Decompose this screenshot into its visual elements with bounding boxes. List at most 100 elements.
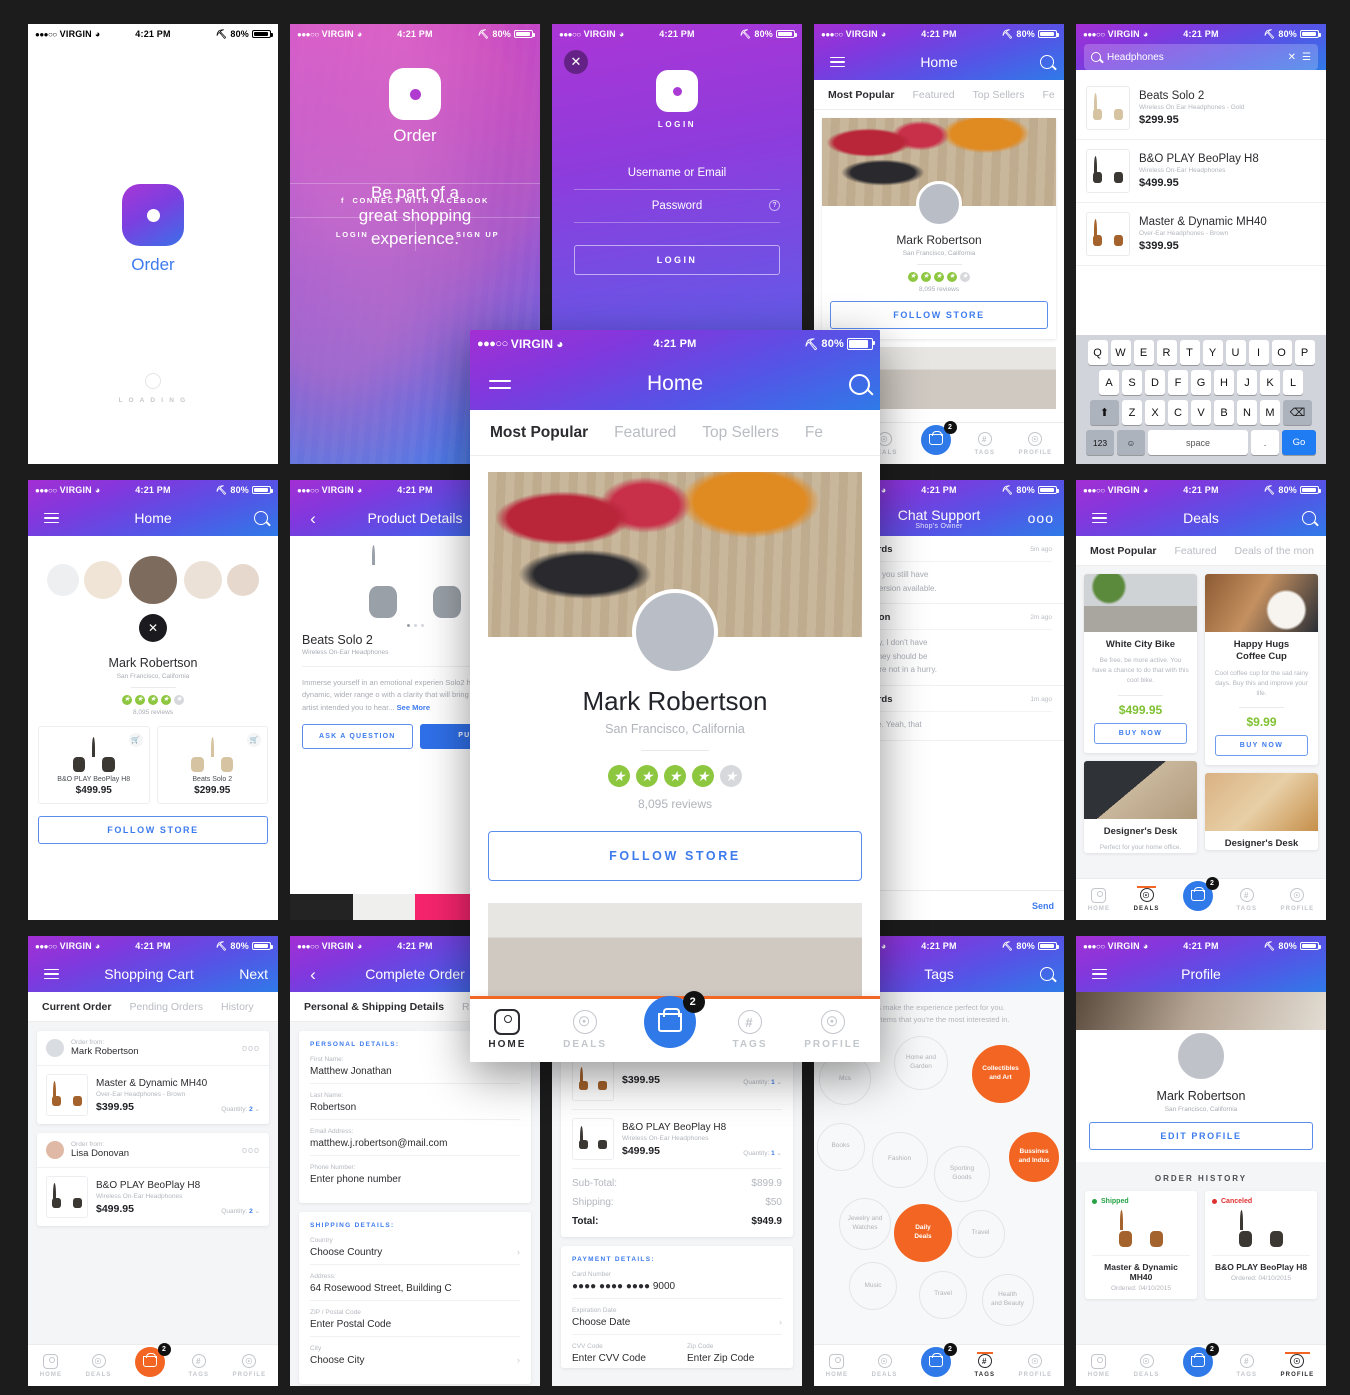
field-expiration[interactable]: Expiration Date Choose Date ›	[572, 1307, 782, 1335]
nav-cart[interactable]: 2	[920, 1342, 957, 1377]
filter-icon[interactable]: ☰	[1302, 52, 1311, 63]
login-submit-button[interactable]: LOGIN	[574, 245, 780, 275]
key-p[interactable]: P	[1294, 340, 1315, 365]
avatar[interactable]	[227, 564, 259, 596]
product-card[interactable]: 🛒 B&O PLAY BeoPlay H8 $499.95	[38, 726, 150, 804]
field-country[interactable]: Country Choose Country ›	[310, 1237, 520, 1265]
menu-button[interactable]	[38, 510, 64, 527]
tag-bubble[interactable]: Sporting Goods	[934, 1146, 990, 1202]
search-button[interactable]	[1028, 967, 1054, 981]
tab-featured[interactable]: Featured	[614, 424, 676, 442]
ask-question-button[interactable]: ASK A QUESTION	[302, 724, 413, 750]
order-history-card[interactable]: Canceled B&O PLAY BeoPlay H8 Ordered: 04…	[1205, 1191, 1317, 1299]
quantity-stepper[interactable]: Quantity: 2 ⌄	[221, 1105, 260, 1113]
nav-deals[interactable]: ☉ DEALS	[872, 1353, 898, 1378]
send-button[interactable]: Send	[1032, 901, 1054, 911]
tab-most-popular[interactable]: Most Popular	[490, 424, 588, 442]
help-icon[interactable]: ?	[769, 200, 780, 211]
avatar[interactable]	[84, 561, 122, 599]
menu-button[interactable]	[1086, 510, 1112, 527]
nav-profile[interactable]: ☉ PROFILE	[1281, 1352, 1315, 1378]
search-button[interactable]	[1028, 55, 1054, 69]
key-a[interactable]: A	[1099, 370, 1119, 395]
tab-featured[interactable]: Featured	[1175, 545, 1217, 557]
password-input[interactable]: Password?	[574, 190, 780, 223]
menu-button[interactable]	[1086, 966, 1112, 983]
avatar-carousel[interactable]	[28, 536, 278, 614]
quantity-stepper[interactable]: Quantity: 1 ⌄	[743, 1149, 782, 1157]
tab-current-order[interactable]: Current Order	[42, 1001, 111, 1013]
numbers-key[interactable]: 123	[1086, 430, 1114, 455]
emoji-icon[interactable]: ☺	[1117, 430, 1145, 455]
nav-deals[interactable]: ☉ DEALS	[1134, 886, 1160, 912]
nav-home[interactable]: HOME	[826, 1353, 848, 1378]
deal-card[interactable]: White City Bike Be free, be more active.…	[1084, 574, 1197, 753]
tab-pending-orders[interactable]: Pending Orders	[129, 1001, 203, 1013]
nav-deals[interactable]: ☉ DEALS	[86, 1353, 112, 1378]
nav-tags[interactable]: # TAGS	[1236, 1353, 1257, 1378]
cart-add-icon[interactable]: 🛒	[128, 733, 143, 747]
follow-store-button[interactable]: FOLLOW STORE	[830, 301, 1048, 329]
tag-bubble[interactable]: Fashion	[871, 1131, 928, 1188]
facebook-connect-button[interactable]: f CONNECT WITH FACEBOOK	[290, 182, 540, 205]
deal-card[interactable]: Happy Hugs Coffee Cup Cool coffee cup fo…	[1205, 574, 1318, 765]
shift-icon[interactable]: ⬆	[1090, 400, 1119, 425]
avatar[interactable]	[184, 561, 222, 599]
key-i[interactable]: I	[1248, 340, 1269, 365]
tag-bubble[interactable]: Books	[816, 1122, 865, 1171]
menu-button[interactable]	[480, 375, 520, 394]
back-button[interactable]: ‹	[300, 966, 326, 983]
field-card-number[interactable]: Card Number ●●●● ●●●● ●●●● 9000	[572, 1271, 782, 1299]
list-item[interactable]: Master & Dynamic MH40 Over-Ear Headphones…	[1076, 203, 1326, 266]
field-last-name[interactable]: Last Name: Robertson	[310, 1092, 520, 1120]
space-key[interactable]: space	[1148, 430, 1248, 455]
nav-home[interactable]: HOME	[1088, 1353, 1110, 1378]
nav-tags[interactable]: # TAGS	[1236, 887, 1257, 912]
close-icon[interactable]: ✕	[564, 50, 588, 74]
key-m[interactable]: M	[1260, 400, 1280, 425]
period-key[interactable]: .	[1251, 430, 1279, 455]
go-key[interactable]: Go	[1282, 430, 1316, 455]
buy-now-button[interactable]: BUY NOW	[1215, 734, 1308, 756]
tag-bubble[interactable]: Music	[849, 1262, 897, 1310]
key-j[interactable]: J	[1237, 370, 1257, 395]
tag-bubble-selected[interactable]: Bussines and Indus	[1009, 1131, 1059, 1182]
buy-now-button[interactable]: BUY NOW	[1094, 722, 1187, 744]
field-address[interactable]: Address: 64 Rosewood Street, Building C	[310, 1273, 520, 1301]
nav-cart[interactable]: 2	[643, 991, 705, 1048]
list-item[interactable]: B&O PLAY BeoPlay H8 Wireless On-Ear Headp…	[1076, 140, 1326, 203]
avatar-active[interactable]	[127, 554, 179, 606]
tag-bubble[interactable]: Travel	[956, 1209, 1005, 1258]
next-button[interactable]: Next	[234, 966, 268, 982]
menu-button[interactable]	[38, 966, 64, 983]
key-e[interactable]: E	[1133, 340, 1154, 365]
field-cvv[interactable]: CVV Code Enter CVV Code	[572, 1343, 667, 1364]
menu-button[interactable]	[824, 54, 850, 71]
cart-add-icon[interactable]: 🛒	[247, 733, 261, 747]
key-d[interactable]: D	[1145, 370, 1165, 395]
key-q[interactable]: Q	[1087, 340, 1108, 365]
login-button[interactable]: LOGIN	[290, 218, 415, 251]
back-button[interactable]: ‹	[300, 510, 326, 527]
clear-icon[interactable]: ✕	[1288, 52, 1296, 63]
swatch-white[interactable]	[352, 894, 415, 920]
key-t[interactable]: T	[1179, 340, 1200, 365]
edit-profile-button[interactable]: EDIT PROFILE	[1089, 1122, 1313, 1150]
key-l[interactable]: L	[1283, 370, 1303, 395]
key-v[interactable]: V	[1191, 400, 1211, 425]
nav-home[interactable]: HOME	[1088, 887, 1110, 912]
order-history-card[interactable]: Shipped Master & Dynamic MH40 Ordered: 0…	[1085, 1191, 1197, 1299]
nav-cart[interactable]: 2	[920, 420, 957, 455]
key-c[interactable]: C	[1168, 400, 1188, 425]
nav-tags[interactable]: # TAGS	[732, 1008, 767, 1050]
deal-card[interactable]: Designer's Desk	[1205, 772, 1318, 851]
swatch-pink[interactable]	[415, 894, 478, 920]
swatch-black[interactable]	[290, 894, 353, 920]
tab-featured[interactable]: Featured	[913, 89, 955, 101]
field-phone[interactable]: Phone Number: Enter phone number	[310, 1164, 520, 1191]
key-z[interactable]: Z	[1122, 400, 1142, 425]
tab-history[interactable]: History	[221, 1001, 254, 1013]
search-input[interactable]: Headphones ✕ ☰	[1084, 44, 1318, 70]
keyboard[interactable]: Q W E R T Y U I O P A S D F G H J K L ⬆ …	[1076, 335, 1326, 464]
tab-more[interactable]: Fe	[1043, 89, 1055, 101]
